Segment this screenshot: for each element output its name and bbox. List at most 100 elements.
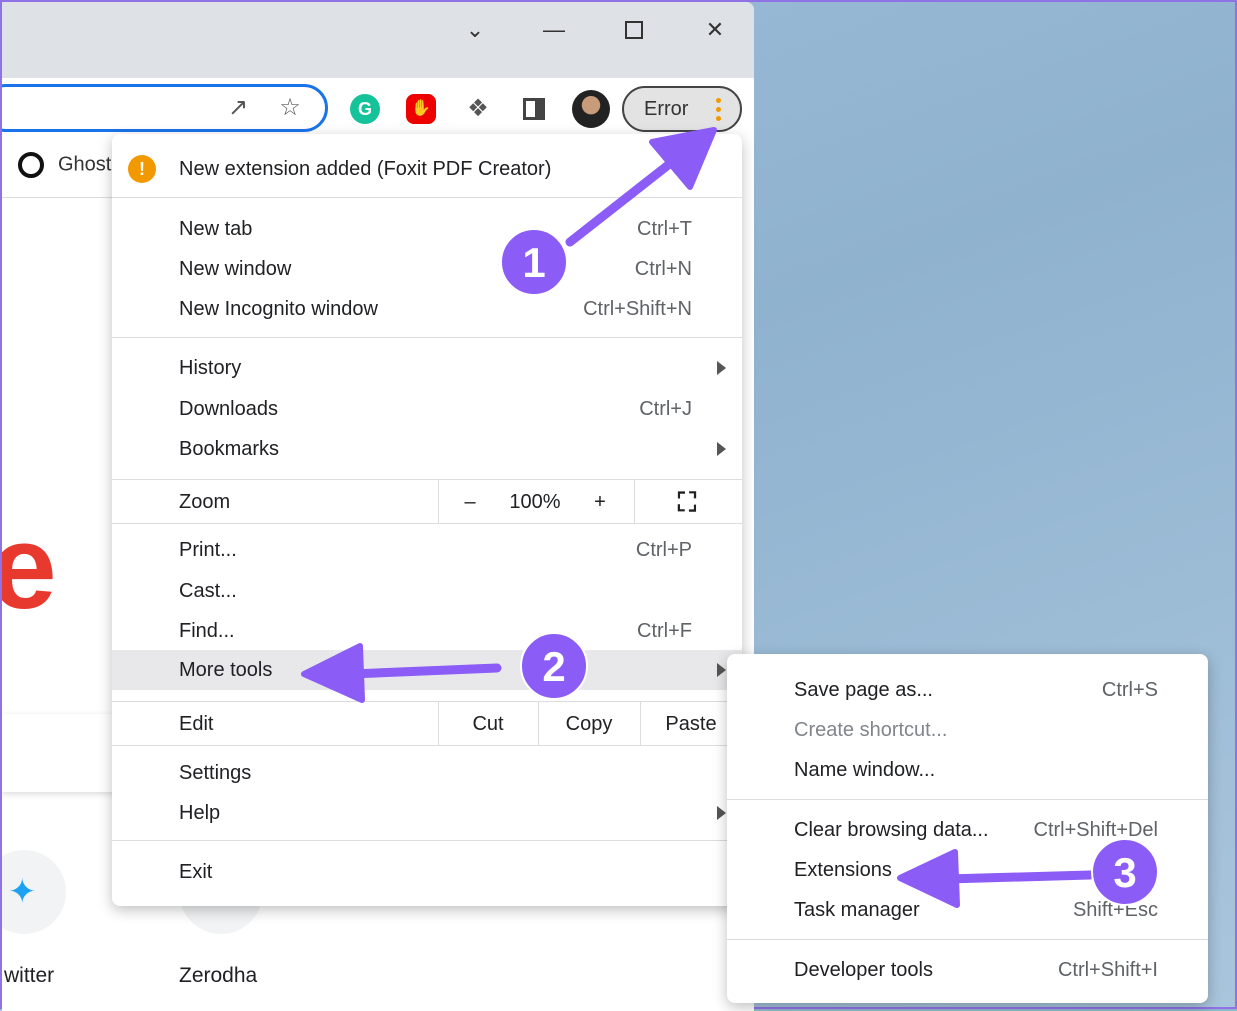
menu-item-exit[interactable]: Exit (112, 852, 742, 892)
item-label: Find... (179, 620, 235, 642)
bookmarks-divider (2, 197, 112, 198)
bookmark-ghost[interactable]: Ghost (18, 152, 111, 178)
menu-item-find[interactable]: Find... Ctrl+F (112, 611, 742, 651)
tab-search-chevron-icon[interactable]: ⌄ (455, 14, 495, 46)
divider (112, 197, 742, 198)
shortcut-label: Ctrl+S (1101, 679, 1158, 701)
twitter-icon: ✦ (8, 873, 37, 911)
ghost-icon (18, 152, 44, 178)
menu-item-more-tools[interactable]: More tools (112, 650, 742, 690)
side-panel-icon[interactable] (519, 94, 549, 124)
copy-button[interactable]: Copy (538, 702, 640, 746)
submenu-item-task-manager[interactable]: Task manager Shift+Esc (727, 890, 1208, 930)
divider (112, 840, 742, 841)
shortcut-label: Ctrl+F (637, 620, 692, 642)
submenu-arrow-icon (717, 806, 726, 820)
menu-item-downloads[interactable]: Downloads Ctrl+J (112, 389, 742, 429)
submenu-arrow-icon (717, 663, 726, 677)
menu-edit-row: Edit Cut Copy Paste (112, 702, 742, 746)
profile-avatar[interactable] (572, 90, 610, 128)
item-label: Downloads (179, 398, 278, 420)
menu-item-cast[interactable]: Cast... (112, 571, 742, 611)
grammarly-icon[interactable]: G (350, 94, 380, 124)
menu-item-new-window[interactable]: New window Ctrl+N (112, 249, 742, 289)
item-label: Exit (179, 861, 213, 883)
fullscreen-icon[interactable]: ⛶ (662, 480, 712, 524)
item-label: Print... (179, 539, 237, 561)
submenu-item-create-shortcut[interactable]: Create shortcut... (727, 710, 1208, 750)
bookmark-star-icon[interactable]: ☆ (275, 93, 305, 123)
divider (112, 523, 742, 524)
divider (112, 337, 742, 338)
shortcut-label: Ctrl+N (634, 258, 692, 280)
menu-item-new-incognito[interactable]: New Incognito window Ctrl+Shift+N (112, 289, 742, 329)
maximize-button[interactable] (614, 14, 654, 46)
item-label: Task manager (794, 899, 920, 921)
submenu-item-clear-browsing-data[interactable]: Clear browsing data... Ctrl+Shift+Del (727, 810, 1208, 850)
shortcut-label: Ctrl+Shift+Del (1033, 819, 1159, 841)
submenu-arrow-icon (717, 361, 726, 375)
menu-item-new-tab[interactable]: New tab Ctrl+T (112, 209, 742, 249)
menu-item-print[interactable]: Print... Ctrl+P (112, 530, 742, 570)
extensions-puzzle-icon[interactable]: ❖ (463, 94, 493, 124)
item-label: Name window... (794, 759, 936, 781)
menu-item-settings[interactable]: Settings (112, 753, 742, 793)
menu-item-bookmarks[interactable]: Bookmarks (112, 429, 742, 469)
zoom-out-button[interactable]: – (452, 480, 488, 524)
page-logo: e (2, 500, 57, 634)
twitter-tile[interactable]: ✦ (2, 850, 66, 934)
zoom-level: 100% (509, 491, 561, 513)
item-label: Save page as... (794, 679, 933, 701)
item-label: Bookmarks (179, 438, 280, 460)
item-label: Extensions (794, 859, 892, 881)
item-label: More tools (179, 659, 273, 681)
submenu-arrow-icon (717, 442, 726, 456)
chrome-menu-error-button[interactable]: Error (622, 86, 742, 132)
adblock-icon[interactable]: ✋ (406, 94, 436, 124)
divider (727, 939, 1208, 940)
divider (112, 745, 742, 746)
item-label: History (179, 357, 242, 379)
toolbar: ↗ ☆ G ✋ ❖ Error (2, 78, 754, 138)
shortcut-label: Shift+Esc (1072, 899, 1158, 921)
chrome-menu: ! New extension added (Foxit PDF Creator)… (112, 134, 742, 906)
submenu-item-developer-tools[interactable]: Developer tools Ctrl+Shift+I (727, 950, 1208, 990)
vertical-divider (438, 480, 439, 524)
item-label: New window (179, 258, 292, 280)
zerodha-label[interactable]: Zerodha (179, 964, 257, 988)
item-label: New extension added (Foxit PDF Creator) (179, 158, 552, 180)
item-label: Settings (179, 762, 252, 784)
address-bar[interactable]: ↗ ☆ (2, 84, 328, 132)
submenu-item-save-page[interactable]: Save page as... Ctrl+S (727, 670, 1208, 710)
menu-item-history[interactable]: History (112, 348, 742, 388)
menu-item-help[interactable]: Help (112, 793, 742, 833)
item-label: Edit (179, 713, 214, 735)
more-tools-submenu: Save page as... Ctrl+S Create shortcut...… (727, 654, 1208, 1003)
item-label: Clear browsing data... (794, 819, 989, 841)
shortcut-label: Ctrl+P (635, 539, 692, 561)
shortcut-label: Ctrl+J (639, 398, 692, 420)
kebab-menu-icon[interactable] (716, 98, 722, 125)
item-label: Create shortcut... (794, 719, 948, 741)
cut-button[interactable]: Cut (438, 702, 538, 746)
item-label: Ghost (58, 153, 112, 176)
minimize-button[interactable]: — (534, 14, 574, 46)
shortcut-label: Ctrl+Shift+I (1057, 959, 1158, 981)
twitter-label[interactable]: witter (4, 964, 54, 988)
vertical-divider (634, 480, 635, 524)
submenu-item-extensions[interactable]: Extensions (727, 850, 1208, 890)
title-bar: ⌄ — ✕ (2, 2, 754, 78)
item-label: Help (179, 802, 221, 824)
error-label: Error (644, 98, 689, 120)
zoom-in-button[interactable]: + (582, 480, 618, 524)
menu-notification[interactable]: ! New extension added (Foxit PDF Creator) (112, 149, 742, 189)
item-label: New Incognito window (179, 298, 378, 320)
warning-icon: ! (128, 155, 156, 183)
shortcut-label: Ctrl+Shift+N (583, 298, 692, 320)
share-icon[interactable]: ↗ (223, 93, 253, 123)
submenu-item-name-window[interactable]: Name window... (727, 750, 1208, 790)
item-label: Cast... (179, 580, 237, 602)
close-button[interactable]: ✕ (695, 14, 735, 46)
divider (727, 799, 1208, 800)
item-label: Developer tools (794, 959, 933, 981)
